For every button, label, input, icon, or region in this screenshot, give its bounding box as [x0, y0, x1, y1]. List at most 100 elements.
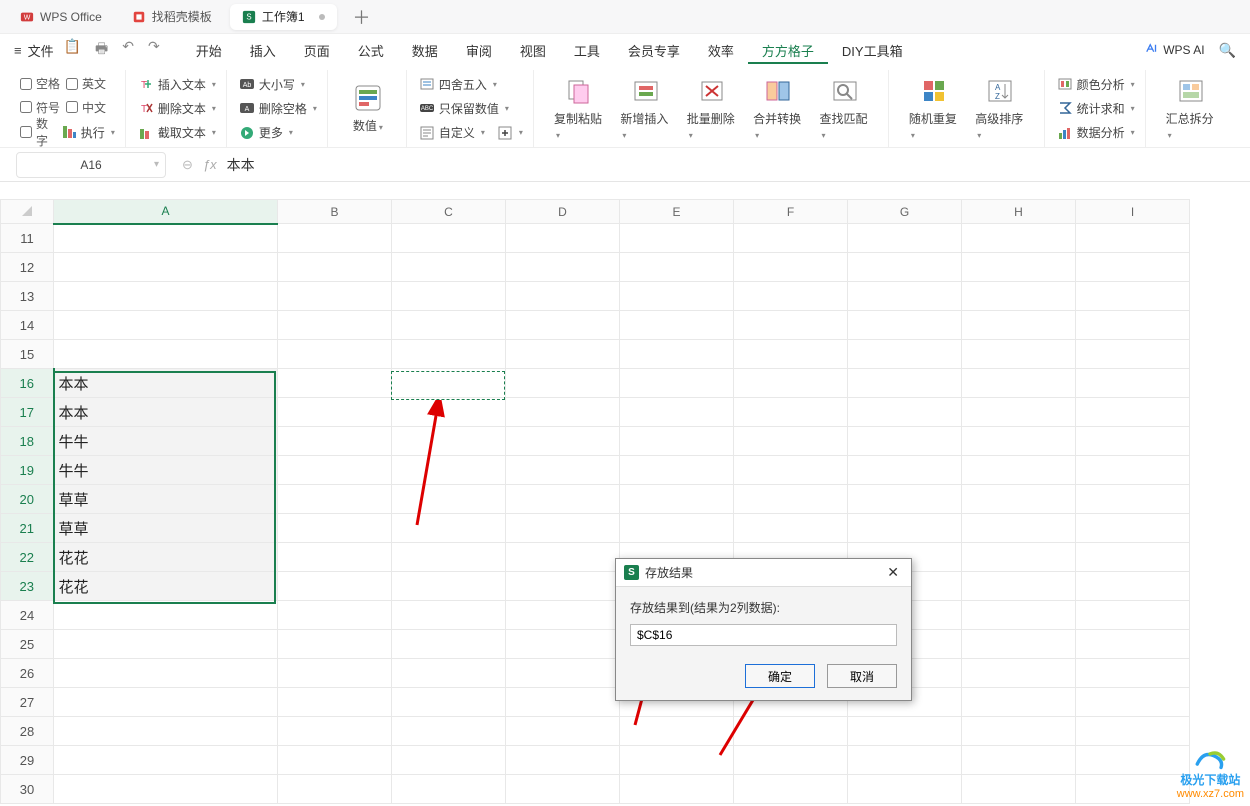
- cell[interactable]: 本本: [54, 398, 278, 427]
- row-header[interactable]: 12: [1, 253, 54, 282]
- name-box[interactable]: A16 ▾: [16, 152, 166, 178]
- cell[interactable]: [392, 340, 506, 369]
- col-header-G[interactable]: G: [848, 200, 962, 224]
- cell[interactable]: [962, 659, 1076, 688]
- cell[interactable]: [962, 572, 1076, 601]
- cell[interactable]: [506, 514, 620, 543]
- cell[interactable]: [278, 543, 392, 572]
- cell[interactable]: [1076, 514, 1190, 543]
- cell[interactable]: 牛牛: [54, 456, 278, 485]
- cell[interactable]: [54, 601, 278, 630]
- cell[interactable]: [1076, 746, 1190, 775]
- cell[interactable]: [392, 659, 506, 688]
- cell[interactable]: [392, 572, 506, 601]
- row-header[interactable]: 18: [1, 427, 54, 456]
- row-header[interactable]: 17: [1, 398, 54, 427]
- cell[interactable]: [54, 746, 278, 775]
- cell[interactable]: [620, 398, 734, 427]
- row-header[interactable]: 25: [1, 630, 54, 659]
- cell[interactable]: [848, 456, 962, 485]
- spreadsheet[interactable]: A B C D E F G H I 111213141516本本17本本18牛牛…: [0, 199, 1250, 806]
- cell[interactable]: [848, 282, 962, 311]
- cell[interactable]: [1076, 630, 1190, 659]
- cell[interactable]: [506, 601, 620, 630]
- cell[interactable]: [1076, 340, 1190, 369]
- btn-randrep[interactable]: 随机重复▾: [901, 76, 967, 141]
- cell[interactable]: [392, 717, 506, 746]
- row-header[interactable]: 29: [1, 746, 54, 775]
- cell[interactable]: [848, 775, 962, 804]
- cell[interactable]: 花花: [54, 572, 278, 601]
- row-header[interactable]: 15: [1, 340, 54, 369]
- cell[interactable]: [506, 717, 620, 746]
- cell[interactable]: [392, 398, 506, 427]
- cell[interactable]: [620, 340, 734, 369]
- cell[interactable]: [848, 746, 962, 775]
- cell[interactable]: [620, 514, 734, 543]
- cell[interactable]: 草草: [54, 485, 278, 514]
- cell[interactable]: 本本: [54, 369, 278, 398]
- cell[interactable]: [506, 311, 620, 340]
- cell[interactable]: [734, 253, 848, 282]
- cell[interactable]: [734, 224, 848, 253]
- menu-review[interactable]: 审阅: [452, 37, 506, 64]
- cell[interactable]: [962, 485, 1076, 514]
- cell[interactable]: [962, 514, 1076, 543]
- cell[interactable]: [54, 775, 278, 804]
- cell[interactable]: [54, 253, 278, 282]
- cell[interactable]: [278, 601, 392, 630]
- cell[interactable]: [506, 485, 620, 514]
- col-header-A[interactable]: A: [54, 200, 278, 224]
- menu-tools[interactable]: 工具: [560, 37, 614, 64]
- cell[interactable]: [620, 485, 734, 514]
- row-header[interactable]: 26: [1, 659, 54, 688]
- cell[interactable]: [1076, 311, 1190, 340]
- cell[interactable]: [1076, 688, 1190, 717]
- cell[interactable]: [848, 717, 962, 746]
- cell[interactable]: [962, 775, 1076, 804]
- cell[interactable]: [392, 688, 506, 717]
- fx-icon[interactable]: ƒx: [203, 157, 217, 172]
- cell[interactable]: [54, 659, 278, 688]
- btn-cuttext[interactable]: 截取文本▾: [138, 124, 216, 141]
- btn-advsort[interactable]: AZ高级排序▾: [967, 76, 1033, 141]
- cell[interactable]: [620, 224, 734, 253]
- cell[interactable]: [392, 427, 506, 456]
- cell[interactable]: [392, 224, 506, 253]
- btn-add-custom[interactable]: ▾: [497, 125, 523, 141]
- zoom-icon[interactable]: ⊖: [182, 157, 193, 173]
- qat-save-icon[interactable]: 🖶: [95, 38, 108, 62]
- cell[interactable]: [278, 775, 392, 804]
- cell[interactable]: [734, 485, 848, 514]
- cell[interactable]: [1076, 543, 1190, 572]
- cell[interactable]: [734, 398, 848, 427]
- col-header-H[interactable]: H: [962, 200, 1076, 224]
- cell[interactable]: [392, 775, 506, 804]
- hamburger-icon[interactable]: ≡: [14, 43, 22, 58]
- cell[interactable]: [734, 746, 848, 775]
- cell[interactable]: [1076, 282, 1190, 311]
- row-header[interactable]: 14: [1, 311, 54, 340]
- wps-ai-button[interactable]: WPS AI: [1145, 43, 1204, 57]
- menu-start[interactable]: 开始: [182, 37, 236, 64]
- cell[interactable]: [506, 427, 620, 456]
- dialog-titlebar[interactable]: S 存放结果 ✕: [616, 559, 911, 587]
- cell[interactable]: [962, 311, 1076, 340]
- cell[interactable]: [962, 427, 1076, 456]
- btn-findmatch[interactable]: 查找匹配▾: [811, 76, 877, 141]
- formula-input[interactable]: [227, 157, 827, 173]
- btn-value[interactable]: 数值▾: [340, 83, 396, 134]
- cell[interactable]: [962, 746, 1076, 775]
- col-header-I[interactable]: I: [1076, 200, 1190, 224]
- tab-wps-office[interactable]: W WPS Office: [8, 4, 114, 30]
- cell[interactable]: [506, 746, 620, 775]
- cell[interactable]: [506, 775, 620, 804]
- cell[interactable]: [962, 224, 1076, 253]
- close-icon[interactable]: ✕: [883, 564, 903, 581]
- row-header[interactable]: 24: [1, 601, 54, 630]
- cell[interactable]: [1076, 369, 1190, 398]
- row-header[interactable]: 23: [1, 572, 54, 601]
- cell[interactable]: [506, 456, 620, 485]
- cell[interactable]: [1076, 775, 1190, 804]
- cell[interactable]: [734, 456, 848, 485]
